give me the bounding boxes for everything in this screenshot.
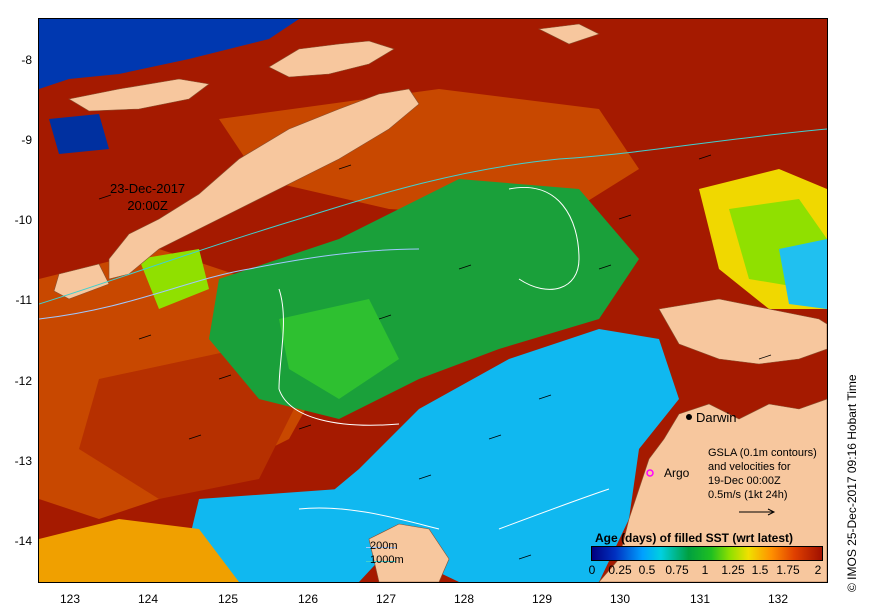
x-tick-label: 129 bbox=[531, 592, 553, 606]
imos-credit: © IMOS 25-Dec-2017 09:16 Hobart Time bbox=[845, 374, 859, 592]
darwin-label: Darwin bbox=[696, 410, 737, 425]
y-tick-label: -8 bbox=[21, 53, 32, 67]
timestamp-label: 23-Dec-2017 20:00Z bbox=[110, 180, 185, 214]
darwin-marker bbox=[686, 414, 692, 420]
x-tick-label: 124 bbox=[137, 592, 159, 606]
contour-key-1000m-label: 1000m bbox=[370, 554, 404, 566]
gsla-caption: GSLA (0.1m contours) and velocities for … bbox=[708, 446, 817, 502]
x-tick-label: 132 bbox=[767, 592, 789, 606]
legend-tick: 2 bbox=[814, 563, 822, 577]
gsla-line-1: GSLA (0.1m contours) bbox=[708, 447, 817, 459]
contour-key-200m-label: 200m bbox=[370, 540, 398, 552]
y-tick-label: -12 bbox=[14, 374, 32, 388]
timestamp-line2: 20:00Z bbox=[127, 198, 168, 213]
sst-patch-blue-nw bbox=[49, 114, 109, 154]
y-tick-label: -14 bbox=[14, 534, 32, 548]
legend-title: Age (days) of filled SST (wrt latest) bbox=[595, 531, 794, 545]
x-tick-label: 126 bbox=[297, 592, 319, 606]
x-tick-label: 128 bbox=[453, 592, 475, 606]
gsla-line-4: 0.5m/s (1kt 24h) bbox=[708, 489, 788, 501]
timestamp-line1: 23-Dec-2017 bbox=[110, 181, 186, 196]
y-tick-label: -13 bbox=[14, 454, 32, 468]
argo-label: Argo bbox=[664, 466, 690, 480]
x-tick-label: 125 bbox=[217, 592, 239, 606]
y-tick-label: -10 bbox=[14, 213, 32, 227]
y-tick-label: -9 bbox=[21, 133, 32, 147]
y-tick-label: -11 bbox=[15, 293, 32, 307]
x-tick-label: 131 bbox=[689, 592, 711, 606]
x-tick-label: 130 bbox=[609, 592, 631, 606]
gsla-line-2: and velocities for bbox=[708, 461, 791, 473]
x-tick-label: 127 bbox=[375, 592, 397, 606]
legend-colorbar bbox=[591, 546, 823, 561]
x-tick-label: 123 bbox=[59, 592, 81, 606]
gsla-line-3: 19-Dec 00:00Z bbox=[708, 475, 781, 487]
